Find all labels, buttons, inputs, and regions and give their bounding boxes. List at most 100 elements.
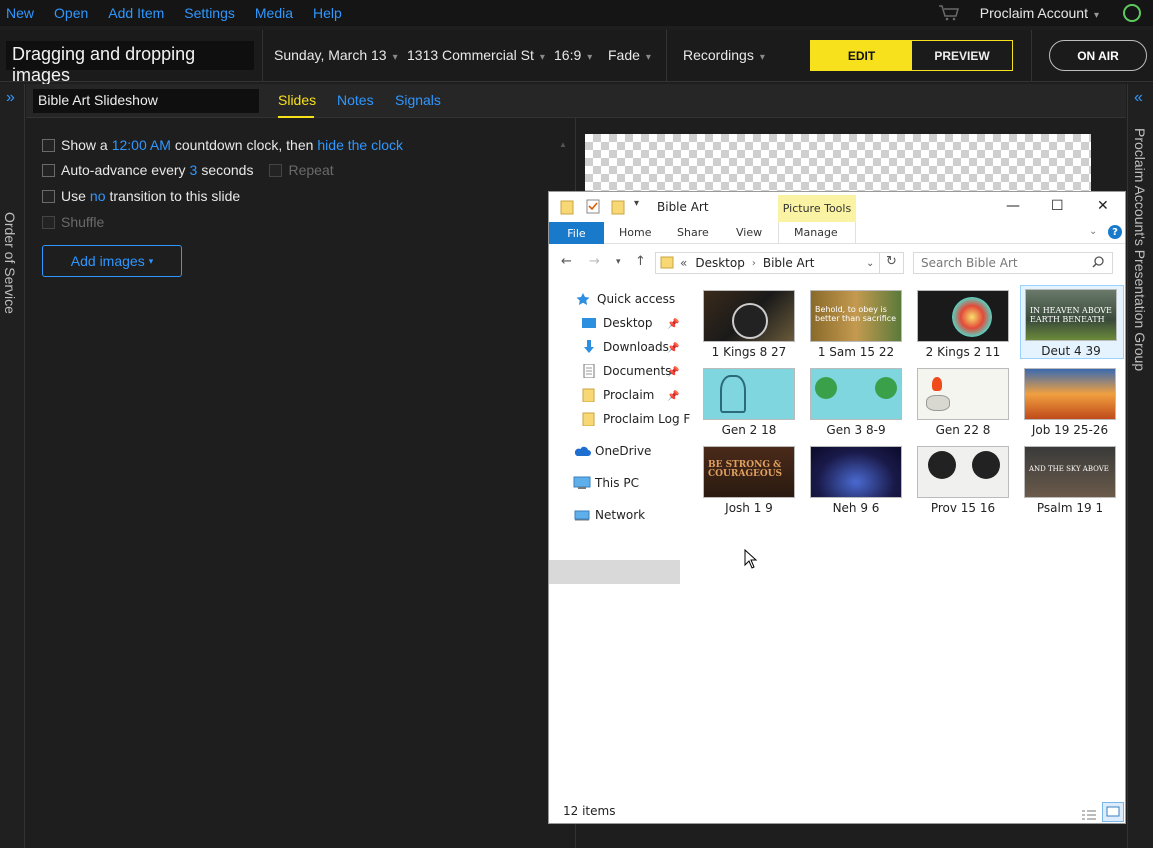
date-select[interactable]: Sunday, March 13 ▾ bbox=[274, 47, 398, 63]
overflow-icon[interactable]: « bbox=[680, 256, 687, 270]
nav-onedrive[interactable]: OneDrive bbox=[573, 444, 651, 458]
nav-documents[interactable]: Documents bbox=[581, 363, 671, 379]
forward-icon[interactable]: → bbox=[589, 254, 600, 269]
explorer-nav-pane: Quick access Desktop Downloads Documents… bbox=[549, 280, 691, 800]
chevron-down-icon: ▾ bbox=[759, 52, 765, 63]
path-folder[interactable]: Bible Art bbox=[763, 256, 815, 270]
add-images-button[interactable]: Add images ▾ bbox=[42, 245, 182, 277]
cart-icon[interactable] bbox=[938, 5, 960, 21]
file-tile[interactable]: 1 Kings 8 27 bbox=[699, 288, 803, 362]
menu-add-item[interactable]: Add Item bbox=[108, 5, 164, 21]
repeat-checkbox[interactable] bbox=[269, 163, 283, 177]
pin-icon[interactable]: 📌 bbox=[667, 319, 679, 330]
tab-slides[interactable]: Slides bbox=[278, 92, 316, 108]
pin-icon[interactable]: 📌 bbox=[667, 391, 679, 402]
maximize-icon[interactable]: ☐ bbox=[1051, 198, 1064, 214]
file-tile[interactable]: Job 19 25-26 bbox=[1020, 366, 1124, 440]
menu-new[interactable]: New bbox=[6, 5, 34, 21]
nav-network[interactable]: Network bbox=[573, 508, 645, 522]
menu-help[interactable]: Help bbox=[313, 5, 342, 21]
scroll-up-icon[interactable]: ▲ bbox=[559, 140, 567, 149]
recent-locations-icon[interactable]: ▾ bbox=[616, 257, 621, 267]
refresh-icon[interactable]: ↻ bbox=[879, 252, 904, 274]
aspect-select[interactable]: 16:9 ▾ bbox=[554, 47, 592, 63]
account-menu[interactable]: Proclaim Account ▾ bbox=[980, 5, 1099, 21]
presentation-group-label[interactable]: Proclaim Account's Presentation Group bbox=[1132, 128, 1148, 371]
path-dropdown-icon[interactable]: ⌄ bbox=[866, 258, 874, 269]
menu-settings[interactable]: Settings bbox=[184, 5, 235, 21]
order-of-service-label[interactable]: Order of Service bbox=[2, 212, 18, 314]
file-name: Josh 1 9 bbox=[725, 501, 773, 515]
auto-advance-seconds-link[interactable]: 3 bbox=[190, 162, 198, 178]
file-tile[interactable]: AND THE SKY ABOVE Psalm 19 1 bbox=[1020, 444, 1124, 518]
back-icon[interactable]: ← bbox=[561, 254, 572, 269]
ribbon-manage-tab[interactable]: Manage bbox=[794, 226, 838, 239]
preview-button[interactable]: PREVIEW bbox=[912, 41, 1012, 70]
ribbon-view-tab[interactable]: View bbox=[736, 226, 762, 239]
nav-quick-access[interactable]: Quick access bbox=[575, 292, 675, 306]
file-tile-selected[interactable]: IN HEAVEN ABOVE EARTH BENEATH Deut 4 39 bbox=[1020, 285, 1124, 359]
expand-left-icon[interactable]: » bbox=[6, 89, 15, 107]
countdown-checkbox[interactable] bbox=[42, 138, 55, 152]
nav-label: Quick access bbox=[597, 292, 676, 306]
transition-label-a: Use bbox=[61, 188, 86, 204]
divider bbox=[1031, 30, 1032, 82]
nav-downloads[interactable]: Downloads bbox=[581, 340, 669, 354]
transition-checkbox[interactable] bbox=[42, 189, 55, 203]
nav-desktop[interactable]: Desktop bbox=[581, 316, 653, 330]
edit-button[interactable]: EDIT bbox=[811, 41, 912, 70]
properties-icon[interactable] bbox=[585, 198, 601, 218]
ribbon-file-tab[interactable]: File bbox=[549, 222, 604, 244]
pin-icon[interactable]: 📌 bbox=[667, 367, 679, 378]
tab-notes[interactable]: Notes bbox=[337, 92, 374, 108]
nav-proclaim-log[interactable]: Proclaim Log F bbox=[581, 412, 691, 427]
file-name: Prov 15 16 bbox=[930, 501, 996, 515]
hide-clock-link[interactable]: hide the clock bbox=[317, 137, 403, 153]
menu-media[interactable]: Media bbox=[255, 5, 293, 21]
tab-signals[interactable]: Signals bbox=[395, 92, 441, 108]
file-tile[interactable]: Neh 9 6 bbox=[806, 444, 910, 518]
transition-type-link[interactable]: no bbox=[90, 188, 106, 204]
image-thumbnail bbox=[917, 446, 1009, 498]
path-desktop[interactable]: Desktop bbox=[695, 256, 745, 270]
file-tile[interactable]: Behold, to obey is better than sacrifice… bbox=[806, 288, 910, 362]
minimize-icon[interactable]: — bbox=[1006, 198, 1020, 214]
up-icon[interactable]: ↑ bbox=[635, 254, 646, 269]
ribbon-home-tab[interactable]: Home bbox=[619, 226, 651, 239]
item-name-input[interactable]: Bible Art Slideshow bbox=[33, 89, 259, 113]
file-tile[interactable]: BE STRONG & COURAGEOUS Josh 1 9 bbox=[699, 444, 803, 518]
menu-open[interactable]: Open bbox=[54, 5, 88, 21]
large-icons-view-icon[interactable] bbox=[1102, 802, 1124, 822]
auto-advance-option: Auto-advance every 3 seconds Repeat bbox=[42, 162, 334, 178]
expand-right-icon[interactable]: « bbox=[1134, 89, 1143, 107]
ribbon-share-tab[interactable]: Share bbox=[677, 226, 709, 239]
new-folder-icon[interactable] bbox=[611, 199, 625, 219]
file-tile[interactable]: Gen 3 8-9 bbox=[806, 366, 910, 440]
nav-this-pc[interactable]: This PC bbox=[573, 476, 639, 490]
expand-ribbon-icon[interactable]: ⌄ bbox=[1089, 226, 1097, 237]
file-tile[interactable]: Prov 15 16 bbox=[913, 444, 1017, 518]
file-tile[interactable]: Gen 2 18 bbox=[699, 366, 803, 440]
on-air-button[interactable]: ON AIR bbox=[1049, 40, 1147, 71]
sync-icon[interactable] bbox=[1123, 4, 1141, 22]
shuffle-checkbox[interactable] bbox=[42, 215, 55, 229]
close-icon[interactable]: ✕ bbox=[1097, 198, 1109, 214]
nav-label: Proclaim Log F bbox=[603, 412, 691, 426]
help-icon[interactable]: ? bbox=[1108, 225, 1122, 239]
file-tile[interactable]: Gen 22 8 bbox=[913, 366, 1017, 440]
customize-toolbar-icon[interactable]: ▾ bbox=[634, 198, 639, 209]
countdown-time-link[interactable]: 12:00 AM bbox=[112, 137, 171, 153]
image-thumbnail bbox=[917, 368, 1009, 420]
file-tile[interactable]: 2 Kings 2 11 bbox=[913, 288, 1017, 362]
presentation-title[interactable]: Dragging and dropping images bbox=[6, 41, 254, 85]
recordings-select[interactable]: Recordings ▾ bbox=[683, 47, 765, 63]
transition-select[interactable]: Fade ▾ bbox=[608, 47, 651, 63]
pin-icon[interactable]: 📌 bbox=[667, 343, 679, 354]
auto-advance-checkbox[interactable] bbox=[42, 163, 55, 177]
location-select[interactable]: 1313 Commercial St ▾ bbox=[407, 47, 545, 63]
nav-label: Proclaim bbox=[603, 388, 655, 402]
nav-proclaim[interactable]: Proclaim bbox=[581, 388, 655, 403]
search-input[interactable]: Search Bible Art bbox=[913, 252, 1113, 274]
address-path[interactable]: « Desktop › Bible Art ⌄ bbox=[655, 252, 904, 274]
details-view-icon[interactable] bbox=[1081, 806, 1097, 825]
